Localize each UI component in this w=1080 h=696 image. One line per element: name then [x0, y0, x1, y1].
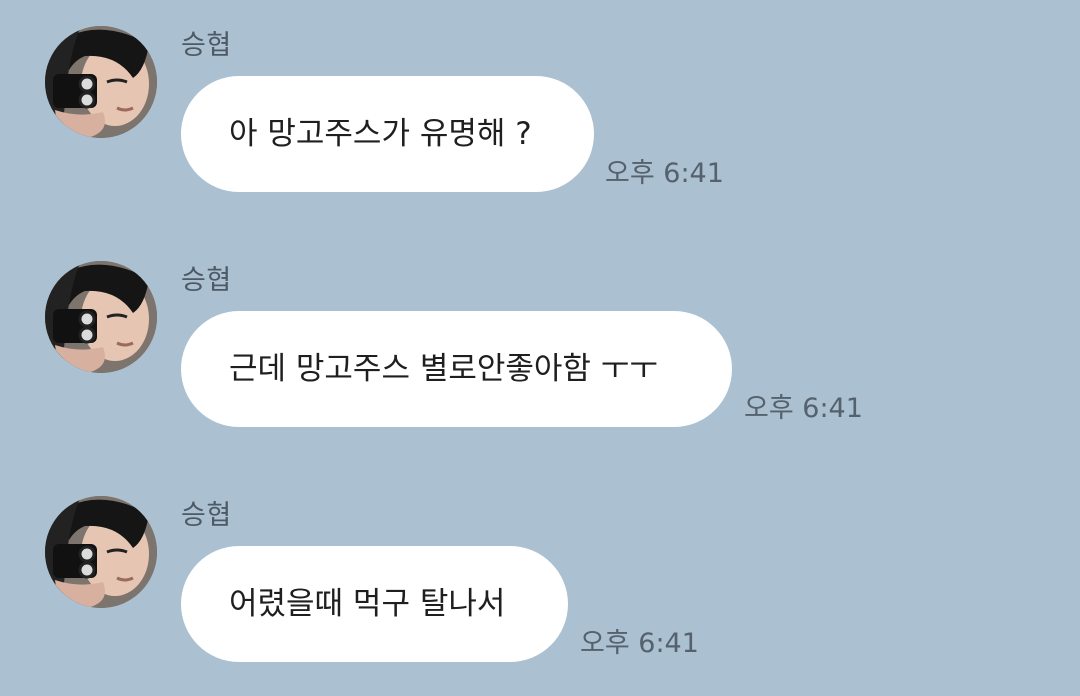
message-timestamp: 오후 6:41 — [580, 628, 699, 659]
message-bubble[interactable]: 어렸을때 먹구 탈나서 — [181, 546, 568, 662]
chat-message: 승협 근데 망고주스 별로안좋아함 ㅜㅜ 오후 6:41 — [0, 259, 1080, 459]
message-timestamp: 오후 6:41 — [744, 393, 863, 424]
chat-message: 승협 아 망고주스가 유명해 ? 오후 6:41 — [0, 24, 1080, 224]
avatar[interactable] — [45, 261, 157, 373]
sender-name: 승협 — [181, 30, 232, 61]
sender-name: 승협 — [181, 265, 232, 296]
chat-message: 승협 어렸을때 먹구 탈나서 오후 6:41 — [0, 494, 1080, 694]
avatar[interactable] — [45, 26, 157, 138]
profile-photo-icon — [45, 261, 157, 373]
avatar[interactable] — [45, 496, 157, 608]
message-bubble[interactable]: 아 망고주스가 유명해 ? — [181, 76, 594, 192]
profile-photo-icon — [45, 496, 157, 608]
profile-photo-icon — [45, 26, 157, 138]
message-bubble[interactable]: 근데 망고주스 별로안좋아함 ㅜㅜ — [181, 311, 732, 427]
sender-name: 승협 — [181, 500, 232, 531]
message-timestamp: 오후 6:41 — [605, 158, 724, 189]
